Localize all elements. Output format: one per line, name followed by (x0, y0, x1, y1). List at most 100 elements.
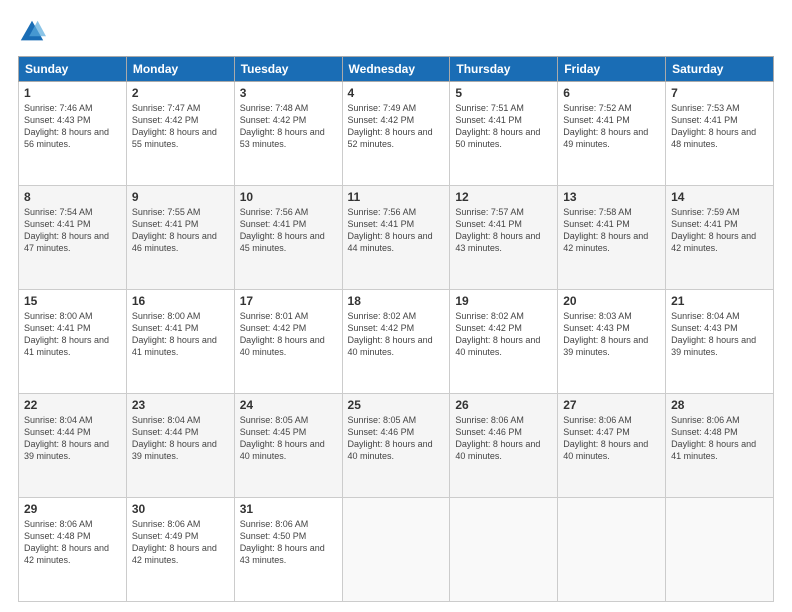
calendar-cell: 27 Sunrise: 8:06 AM Sunset: 4:47 PM Dayl… (558, 394, 666, 498)
weekday-header-sunday: Sunday (19, 57, 127, 82)
day-info: Sunrise: 8:04 AM Sunset: 4:43 PM Dayligh… (671, 310, 768, 359)
day-info: Sunrise: 7:56 AM Sunset: 4:41 PM Dayligh… (348, 206, 445, 255)
calendar-cell: 3 Sunrise: 7:48 AM Sunset: 4:42 PM Dayli… (234, 82, 342, 186)
weekday-header-friday: Friday (558, 57, 666, 82)
calendar-cell: 9 Sunrise: 7:55 AM Sunset: 4:41 PM Dayli… (126, 186, 234, 290)
day-number: 2 (132, 86, 229, 100)
calendar-cell (558, 498, 666, 602)
day-number: 20 (563, 294, 660, 308)
day-number: 12 (455, 190, 552, 204)
day-info: Sunrise: 7:47 AM Sunset: 4:42 PM Dayligh… (132, 102, 229, 151)
day-number: 10 (240, 190, 337, 204)
day-number: 29 (24, 502, 121, 516)
calendar-cell: 24 Sunrise: 8:05 AM Sunset: 4:45 PM Dayl… (234, 394, 342, 498)
day-number: 6 (563, 86, 660, 100)
calendar-cell: 7 Sunrise: 7:53 AM Sunset: 4:41 PM Dayli… (666, 82, 774, 186)
day-info: Sunrise: 8:06 AM Sunset: 4:48 PM Dayligh… (24, 518, 121, 567)
calendar-cell: 17 Sunrise: 8:01 AM Sunset: 4:42 PM Dayl… (234, 290, 342, 394)
day-number: 17 (240, 294, 337, 308)
day-info: Sunrise: 8:00 AM Sunset: 4:41 PM Dayligh… (24, 310, 121, 359)
calendar-cell: 31 Sunrise: 8:06 AM Sunset: 4:50 PM Dayl… (234, 498, 342, 602)
day-number: 31 (240, 502, 337, 516)
calendar-table: SundayMondayTuesdayWednesdayThursdayFrid… (18, 56, 774, 602)
day-info: Sunrise: 7:49 AM Sunset: 4:42 PM Dayligh… (348, 102, 445, 151)
calendar-cell: 15 Sunrise: 8:00 AM Sunset: 4:41 PM Dayl… (19, 290, 127, 394)
day-info: Sunrise: 7:52 AM Sunset: 4:41 PM Dayligh… (563, 102, 660, 151)
calendar-cell: 12 Sunrise: 7:57 AM Sunset: 4:41 PM Dayl… (450, 186, 558, 290)
calendar-cell: 25 Sunrise: 8:05 AM Sunset: 4:46 PM Dayl… (342, 394, 450, 498)
logo (18, 18, 50, 46)
day-number: 7 (671, 86, 768, 100)
calendar-body: 1 Sunrise: 7:46 AM Sunset: 4:43 PM Dayli… (19, 82, 774, 602)
calendar-cell: 18 Sunrise: 8:02 AM Sunset: 4:42 PM Dayl… (342, 290, 450, 394)
calendar-week-1: 1 Sunrise: 7:46 AM Sunset: 4:43 PM Dayli… (19, 82, 774, 186)
day-info: Sunrise: 8:02 AM Sunset: 4:42 PM Dayligh… (348, 310, 445, 359)
day-info: Sunrise: 7:58 AM Sunset: 4:41 PM Dayligh… (563, 206, 660, 255)
weekday-header-saturday: Saturday (666, 57, 774, 82)
day-number: 27 (563, 398, 660, 412)
day-number: 23 (132, 398, 229, 412)
day-info: Sunrise: 7:51 AM Sunset: 4:41 PM Dayligh… (455, 102, 552, 151)
day-info: Sunrise: 7:59 AM Sunset: 4:41 PM Dayligh… (671, 206, 768, 255)
calendar-cell: 22 Sunrise: 8:04 AM Sunset: 4:44 PM Dayl… (19, 394, 127, 498)
page: SundayMondayTuesdayWednesdayThursdayFrid… (0, 0, 792, 612)
calendar-cell: 2 Sunrise: 7:47 AM Sunset: 4:42 PM Dayli… (126, 82, 234, 186)
day-info: Sunrise: 8:05 AM Sunset: 4:45 PM Dayligh… (240, 414, 337, 463)
calendar-cell: 1 Sunrise: 7:46 AM Sunset: 4:43 PM Dayli… (19, 82, 127, 186)
calendar-cell: 20 Sunrise: 8:03 AM Sunset: 4:43 PM Dayl… (558, 290, 666, 394)
day-info: Sunrise: 8:06 AM Sunset: 4:46 PM Dayligh… (455, 414, 552, 463)
day-info: Sunrise: 8:01 AM Sunset: 4:42 PM Dayligh… (240, 310, 337, 359)
weekday-header-monday: Monday (126, 57, 234, 82)
day-info: Sunrise: 8:03 AM Sunset: 4:43 PM Dayligh… (563, 310, 660, 359)
day-number: 22 (24, 398, 121, 412)
weekday-header-thursday: Thursday (450, 57, 558, 82)
day-number: 16 (132, 294, 229, 308)
day-number: 5 (455, 86, 552, 100)
logo-icon (18, 18, 46, 46)
day-number: 26 (455, 398, 552, 412)
day-info: Sunrise: 7:46 AM Sunset: 4:43 PM Dayligh… (24, 102, 121, 151)
day-info: Sunrise: 7:56 AM Sunset: 4:41 PM Dayligh… (240, 206, 337, 255)
day-number: 30 (132, 502, 229, 516)
day-info: Sunrise: 8:00 AM Sunset: 4:41 PM Dayligh… (132, 310, 229, 359)
day-number: 14 (671, 190, 768, 204)
day-info: Sunrise: 8:05 AM Sunset: 4:46 PM Dayligh… (348, 414, 445, 463)
day-number: 11 (348, 190, 445, 204)
calendar-cell: 13 Sunrise: 7:58 AM Sunset: 4:41 PM Dayl… (558, 186, 666, 290)
day-info: Sunrise: 7:53 AM Sunset: 4:41 PM Dayligh… (671, 102, 768, 151)
day-number: 18 (348, 294, 445, 308)
calendar-cell: 19 Sunrise: 8:02 AM Sunset: 4:42 PM Dayl… (450, 290, 558, 394)
day-info: Sunrise: 8:06 AM Sunset: 4:50 PM Dayligh… (240, 518, 337, 567)
day-number: 8 (24, 190, 121, 204)
day-info: Sunrise: 8:06 AM Sunset: 4:49 PM Dayligh… (132, 518, 229, 567)
calendar-cell (666, 498, 774, 602)
calendar-cell: 4 Sunrise: 7:49 AM Sunset: 4:42 PM Dayli… (342, 82, 450, 186)
day-info: Sunrise: 7:55 AM Sunset: 4:41 PM Dayligh… (132, 206, 229, 255)
weekday-header-tuesday: Tuesday (234, 57, 342, 82)
day-number: 3 (240, 86, 337, 100)
day-number: 15 (24, 294, 121, 308)
day-number: 24 (240, 398, 337, 412)
calendar-cell: 5 Sunrise: 7:51 AM Sunset: 4:41 PM Dayli… (450, 82, 558, 186)
day-number: 9 (132, 190, 229, 204)
day-info: Sunrise: 8:02 AM Sunset: 4:42 PM Dayligh… (455, 310, 552, 359)
day-info: Sunrise: 7:48 AM Sunset: 4:42 PM Dayligh… (240, 102, 337, 151)
weekday-header-wednesday: Wednesday (342, 57, 450, 82)
calendar-cell: 8 Sunrise: 7:54 AM Sunset: 4:41 PM Dayli… (19, 186, 127, 290)
day-number: 21 (671, 294, 768, 308)
day-info: Sunrise: 8:04 AM Sunset: 4:44 PM Dayligh… (132, 414, 229, 463)
day-info: Sunrise: 8:06 AM Sunset: 4:48 PM Dayligh… (671, 414, 768, 463)
day-number: 13 (563, 190, 660, 204)
calendar-cell: 11 Sunrise: 7:56 AM Sunset: 4:41 PM Dayl… (342, 186, 450, 290)
calendar-cell: 29 Sunrise: 8:06 AM Sunset: 4:48 PM Dayl… (19, 498, 127, 602)
calendar-week-5: 29 Sunrise: 8:06 AM Sunset: 4:48 PM Dayl… (19, 498, 774, 602)
header (18, 18, 774, 46)
calendar-cell: 16 Sunrise: 8:00 AM Sunset: 4:41 PM Dayl… (126, 290, 234, 394)
calendar-cell (342, 498, 450, 602)
day-info: Sunrise: 7:57 AM Sunset: 4:41 PM Dayligh… (455, 206, 552, 255)
day-number: 1 (24, 86, 121, 100)
calendar-cell: 10 Sunrise: 7:56 AM Sunset: 4:41 PM Dayl… (234, 186, 342, 290)
day-info: Sunrise: 8:04 AM Sunset: 4:44 PM Dayligh… (24, 414, 121, 463)
calendar-header-row: SundayMondayTuesdayWednesdayThursdayFrid… (19, 57, 774, 82)
calendar-cell: 6 Sunrise: 7:52 AM Sunset: 4:41 PM Dayli… (558, 82, 666, 186)
